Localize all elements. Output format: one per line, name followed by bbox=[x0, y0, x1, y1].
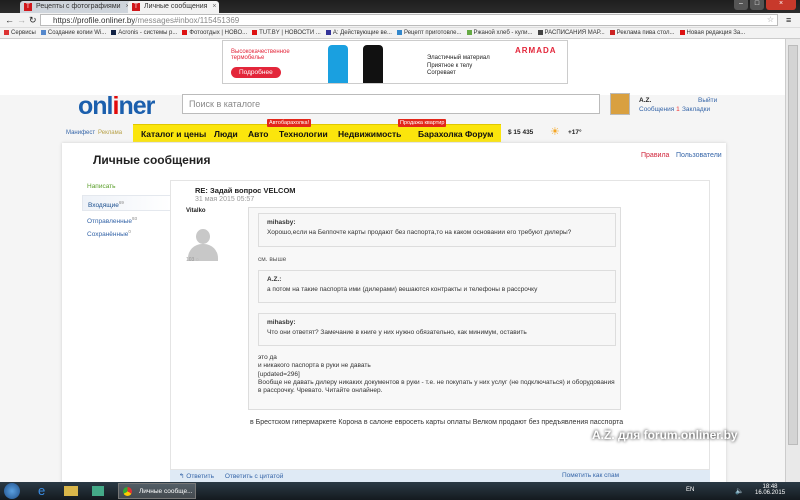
tab-strip: TРецепты с фотографиями× TЛичные сообщен… bbox=[0, 0, 800, 13]
message-date: 31 мая 2015 05:57 bbox=[195, 196, 255, 203]
nav-forum[interactable]: Форум bbox=[465, 129, 493, 139]
tab-recipes[interactable]: TРецепты с фотографиями× bbox=[20, 1, 133, 13]
taskbar-chrome-window[interactable]: Личные сообще... bbox=[118, 483, 196, 499]
currency-rate[interactable]: $ 15 435 bbox=[508, 129, 533, 136]
maximize-button[interactable]: □ bbox=[750, 0, 764, 10]
quote-block: mihasby: Хорошо,если на Белпочте карты пр… bbox=[258, 213, 616, 247]
nav-catalog[interactable]: Каталог и цены bbox=[141, 129, 206, 139]
onliner-favicon: T bbox=[132, 3, 140, 11]
bookmarks-link[interactable]: Закладки bbox=[682, 106, 710, 113]
ad-button[interactable]: Подробнее bbox=[231, 67, 281, 78]
nav-auto[interactable]: Авто bbox=[248, 129, 269, 139]
ad-headline: Высококачественное термобелье bbox=[231, 49, 290, 61]
chrome-icon bbox=[123, 487, 132, 496]
back-icon[interactable]: ← bbox=[5, 15, 14, 25]
ad-blue-shirt-image bbox=[328, 45, 348, 83]
clock[interactable]: 18:48 16.06.2015 bbox=[755, 484, 785, 496]
ad-black-shirt-image bbox=[363, 45, 383, 83]
web-page: Высококачественное термобелье Подробнее … bbox=[0, 39, 785, 482]
sidebar-item-inbox[interactable]: Входящие69 bbox=[82, 195, 170, 211]
sidebar-item-saved[interactable]: Сохранённые0 bbox=[87, 229, 131, 238]
main-nav: Каталог и цены Люди Авто Технологии Недв… bbox=[133, 124, 501, 142]
tab-messages[interactable]: T Личные сообщения × bbox=[128, 1, 220, 13]
quote-block: mihasby: Что они ответят? Замечание в кни… bbox=[258, 313, 616, 346]
language-indicator[interactable]: EN bbox=[686, 487, 694, 493]
reply-button[interactable]: ↰ Ответить bbox=[179, 473, 214, 480]
page-title: Личные сообщения bbox=[93, 153, 211, 167]
reply-quote-button[interactable]: Ответить с цитатой bbox=[225, 473, 284, 480]
logout-link[interactable]: Выйти bbox=[698, 97, 717, 104]
bookmark[interactable]: Сервисы bbox=[4, 28, 36, 36]
temperature[interactable]: +17° bbox=[568, 129, 582, 136]
forward-icon[interactable]: → bbox=[17, 15, 26, 25]
quote-block: A.Z.: а потом на такие паспорта ими (диле… bbox=[258, 270, 616, 303]
bookmark[interactable]: Рецепт приготовле... bbox=[396, 28, 462, 36]
minimize-button[interactable]: – bbox=[734, 0, 748, 10]
ads-link[interactable]: Реклама bbox=[98, 130, 122, 136]
ie-icon[interactable]: e bbox=[38, 483, 45, 498]
nav-people[interactable]: Люди bbox=[214, 129, 238, 139]
volume-icon[interactable]: 🔈 bbox=[735, 487, 744, 495]
auto-badge[interactable]: Автобарахолка! bbox=[267, 119, 312, 127]
bookmark[interactable]: Создание копии Wi... bbox=[40, 28, 106, 36]
avatar[interactable] bbox=[610, 93, 630, 115]
start-button[interactable] bbox=[4, 483, 20, 499]
menu-icon[interactable]: ≡ bbox=[786, 15, 791, 25]
author-post-count: 103 ◌ bbox=[186, 257, 199, 263]
author-avatar-icon[interactable] bbox=[186, 227, 220, 261]
manifest-link[interactable]: Манифест bbox=[66, 130, 95, 136]
bookmark[interactable]: Acronis - системы р... bbox=[111, 28, 177, 36]
search-input[interactable]: Поиск в каталоге bbox=[182, 94, 600, 114]
nav-realty[interactable]: Недвижимость bbox=[338, 129, 401, 139]
weather-sun-icon: ☀ bbox=[550, 126, 560, 138]
author-name[interactable]: Vitalko bbox=[186, 208, 206, 214]
message-text: в Брестском гипермаркете Корона в салоне… bbox=[250, 419, 624, 426]
bookmark[interactable]: РАСПИСАНИЯ МАР... bbox=[537, 28, 605, 36]
ad-banner[interactable]: Высококачественное термобелье Подробнее … bbox=[222, 40, 568, 84]
scrollbar[interactable] bbox=[785, 39, 800, 482]
realty-badge[interactable]: Продажа квартир bbox=[398, 119, 447, 127]
nav-tech[interactable]: Технологии bbox=[279, 129, 328, 139]
rules-link[interactable]: Правила bbox=[641, 152, 669, 159]
ad-features: Эластичный материал Приятное к телу Согр… bbox=[427, 55, 490, 76]
bookmark[interactable]: А: Действующие ве... bbox=[325, 28, 392, 36]
scrollbar-thumb[interactable] bbox=[788, 45, 798, 445]
bookmark[interactable]: Реклама пива стол... bbox=[609, 28, 675, 36]
bookmarks-bar: Сервисы Создание копии Wi... Acronis - сис… bbox=[0, 28, 800, 39]
star-icon[interactable]: ☆ bbox=[767, 15, 774, 24]
taskbar: e Личные сообще... EN 🔈 18:48 16.06.2015 bbox=[0, 482, 800, 500]
close-window-button[interactable]: × bbox=[766, 0, 796, 10]
explorer-icon[interactable] bbox=[64, 486, 78, 496]
close-icon[interactable]: × bbox=[212, 3, 216, 10]
messages-link[interactable]: Сообщения 1 bbox=[639, 106, 680, 113]
url-input[interactable]: https://profile.onliner.by/messages#inbo… bbox=[40, 14, 778, 26]
bookmark[interactable]: Ржаной хлеб - кули... bbox=[466, 28, 533, 36]
reload-icon[interactable]: ↻ bbox=[29, 15, 37, 26]
watermark: A.Z. для forum.onliner.by bbox=[592, 428, 738, 442]
ad-brand-logo: ARMADA bbox=[515, 46, 557, 55]
bookmark[interactable]: Фотоотдых | НОВО... bbox=[182, 28, 247, 36]
nav-baraholka[interactable]: Барахолка bbox=[418, 129, 463, 139]
address-bar-row: ← → ↻ https://profile.onliner.by/message… bbox=[0, 13, 800, 28]
message-actions: ↰ Ответить Ответить с цитатой Пометить к… bbox=[170, 470, 710, 482]
bookmark[interactable]: TUT.BY | НОВОСТИ ... bbox=[252, 28, 321, 36]
message-text: см. выше bbox=[258, 256, 287, 263]
message-text: это да и никакого паспорта в руки не дава… bbox=[258, 354, 615, 395]
users-link[interactable]: Пользователи bbox=[676, 152, 722, 159]
message-subject: RE: Задай вопрос VELCOM bbox=[195, 186, 296, 195]
onliner-logo[interactable]: onliner bbox=[78, 92, 155, 121]
media-icon[interactable] bbox=[92, 486, 104, 496]
bookmark[interactable]: Новая редакция За... bbox=[679, 28, 745, 36]
compose-link[interactable]: Написать bbox=[87, 183, 116, 190]
spam-button[interactable]: Пометить как спам bbox=[562, 472, 619, 479]
onliner-favicon: T bbox=[24, 3, 32, 11]
sidebar-item-sent[interactable]: Отправленные93 bbox=[87, 216, 137, 225]
user-name[interactable]: A.Z. bbox=[639, 97, 651, 104]
